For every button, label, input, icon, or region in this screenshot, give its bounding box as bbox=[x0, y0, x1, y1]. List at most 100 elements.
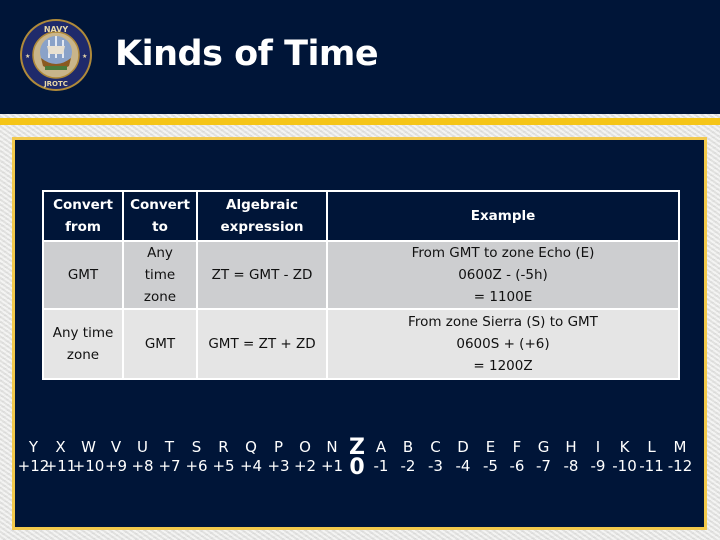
cell-from: GMT bbox=[42, 240, 124, 310]
zone-letter: P bbox=[273, 438, 284, 456]
zone-letter: L bbox=[647, 438, 656, 456]
example-line: = 1100E bbox=[473, 289, 533, 305]
example-line: 0600Z - (-5h) bbox=[458, 267, 548, 283]
header-convert-from: Convert from bbox=[42, 190, 124, 242]
zone-v: V +9 bbox=[103, 438, 129, 482]
zone-letter: E bbox=[485, 438, 496, 456]
zone-offset: -4 bbox=[455, 457, 471, 475]
zone-x: X +11 bbox=[44, 438, 77, 482]
cell-to: Any time zone bbox=[122, 240, 198, 310]
zone-d: D -4 bbox=[449, 438, 477, 482]
zone-letter: A bbox=[375, 438, 387, 456]
zone-letter: N bbox=[326, 438, 338, 456]
example-line: 0600S + (+6) bbox=[456, 336, 550, 352]
zone-offset: +9 bbox=[104, 457, 128, 475]
navy-jrotc-emblem-icon: NAVY JROTC ★ ★ bbox=[20, 19, 92, 91]
zone-z: Z0 bbox=[346, 437, 368, 482]
zone-offset: +10 bbox=[72, 457, 105, 475]
zone-offset: -10 bbox=[612, 457, 637, 475]
zone-letter: T bbox=[164, 438, 175, 456]
zone-offset: -8 bbox=[563, 457, 579, 475]
zone-offset: -1 bbox=[373, 457, 389, 475]
zone-letter: I bbox=[595, 438, 601, 456]
example-line: From zone Sierra (S) to GMT bbox=[408, 314, 598, 330]
zone-c: C -3 bbox=[422, 438, 449, 482]
zone-letter: W bbox=[81, 438, 96, 456]
zone-offset: +3 bbox=[267, 457, 290, 475]
svg-text:★: ★ bbox=[25, 53, 30, 60]
zone-b: B -2 bbox=[394, 438, 422, 482]
zone-letter: U bbox=[137, 438, 148, 456]
header-convert-to: Convert to bbox=[122, 190, 198, 242]
zone-y: Y +12 bbox=[18, 438, 50, 482]
zone-letter: K bbox=[619, 438, 630, 456]
zone-n: N +1 bbox=[318, 438, 346, 482]
zone-offset: -6 bbox=[509, 457, 525, 475]
cell-to: GMT bbox=[122, 308, 198, 380]
cell-expression: GMT = ZT + ZD bbox=[196, 308, 328, 380]
cell-expression: ZT = GMT - ZD bbox=[196, 240, 328, 310]
zone-letter: X bbox=[55, 438, 66, 456]
zone-h: H -8 bbox=[557, 438, 585, 482]
zone-offset: -3 bbox=[428, 457, 443, 475]
table-header-row: Convert from Convert to Algebraic expres… bbox=[42, 190, 680, 242]
svg-text:JROTC: JROTC bbox=[43, 80, 68, 88]
slide-title: Kinds of Time bbox=[115, 34, 379, 74]
time-zone-strip: Y +12 X +11 W +10 V +9 U +8 T +7 S +6 R +5 Q +4 P +3 O +2 N +1 Z… bbox=[18, 437, 710, 482]
zone-o: O +2 bbox=[292, 438, 318, 482]
header-example: Example bbox=[326, 190, 680, 242]
example-line: From GMT to zone Echo (E) bbox=[411, 245, 595, 261]
cell-example: From zone Sierra (S) to GMT 0600S + (+6)… bbox=[326, 308, 680, 380]
cell-from: Any time zone bbox=[42, 308, 124, 380]
zone-a: A -1 bbox=[368, 438, 394, 482]
zone-q: Q +4 bbox=[237, 438, 265, 482]
zone-letter: F bbox=[512, 438, 522, 456]
zone-offset: +8 bbox=[131, 457, 154, 475]
zone-u: U +8 bbox=[129, 438, 156, 482]
zone-f: F -6 bbox=[504, 438, 530, 482]
svg-text:NAVY: NAVY bbox=[44, 25, 69, 34]
zone-offset: +2 bbox=[293, 457, 317, 475]
example-line: = 1200Z bbox=[473, 358, 533, 374]
zone-offset: -5 bbox=[483, 457, 498, 475]
zone-offset: 0 bbox=[349, 455, 365, 480]
zone-m: M -12 bbox=[665, 438, 695, 482]
time-conversion-table: Convert from Convert to Algebraic expres… bbox=[42, 190, 680, 380]
zone-letter: R bbox=[218, 438, 229, 456]
zone-letter: H bbox=[565, 438, 577, 456]
zone-offset: -9 bbox=[590, 457, 606, 475]
zone-offset: +4 bbox=[239, 457, 263, 475]
zone-i: I -9 bbox=[585, 438, 611, 482]
header-algebraic-expression: Algebraic expression bbox=[196, 190, 328, 242]
zone-letter: O bbox=[299, 438, 311, 456]
zone-e: E -5 bbox=[477, 438, 504, 482]
cell-to-text: Any time zone bbox=[143, 245, 177, 305]
zone-w: W +10 bbox=[72, 438, 105, 482]
zone-t: T +7 bbox=[156, 438, 183, 482]
zone-offset: -12 bbox=[667, 457, 693, 475]
zone-letter: C bbox=[430, 438, 441, 456]
zone-offset: +5 bbox=[212, 457, 235, 475]
zone-r: R +5 bbox=[210, 438, 237, 482]
cell-example: From GMT to zone Echo (E) 0600Z - (-5h) … bbox=[326, 240, 680, 310]
zone-offset: +11 bbox=[44, 457, 77, 475]
slide-header: NAVY JROTC ★ ★ Kinds of Time bbox=[0, 0, 720, 114]
zone-offset: -2 bbox=[400, 457, 416, 475]
zone-l: L -11 bbox=[638, 438, 665, 482]
zone-offset: +6 bbox=[185, 457, 208, 475]
zone-letter: Y bbox=[28, 438, 39, 456]
svg-text:★: ★ bbox=[82, 53, 87, 60]
gold-divider bbox=[0, 118, 720, 125]
zone-letter: S bbox=[191, 438, 202, 456]
zone-letter: G bbox=[537, 438, 550, 456]
zone-letter: V bbox=[110, 438, 122, 456]
table-row: GMT Any time zone ZT = GMT - ZD From GMT… bbox=[42, 240, 680, 310]
zone-k: K -10 bbox=[611, 438, 638, 482]
zone-p: P +3 bbox=[265, 438, 292, 482]
zone-g: G -7 bbox=[530, 438, 557, 482]
zone-offset: +1 bbox=[320, 457, 344, 475]
zone-offset: +7 bbox=[158, 457, 181, 475]
zone-letter: B bbox=[402, 438, 414, 456]
zone-letter: Q bbox=[245, 438, 257, 456]
zone-offset: -7 bbox=[536, 457, 551, 475]
